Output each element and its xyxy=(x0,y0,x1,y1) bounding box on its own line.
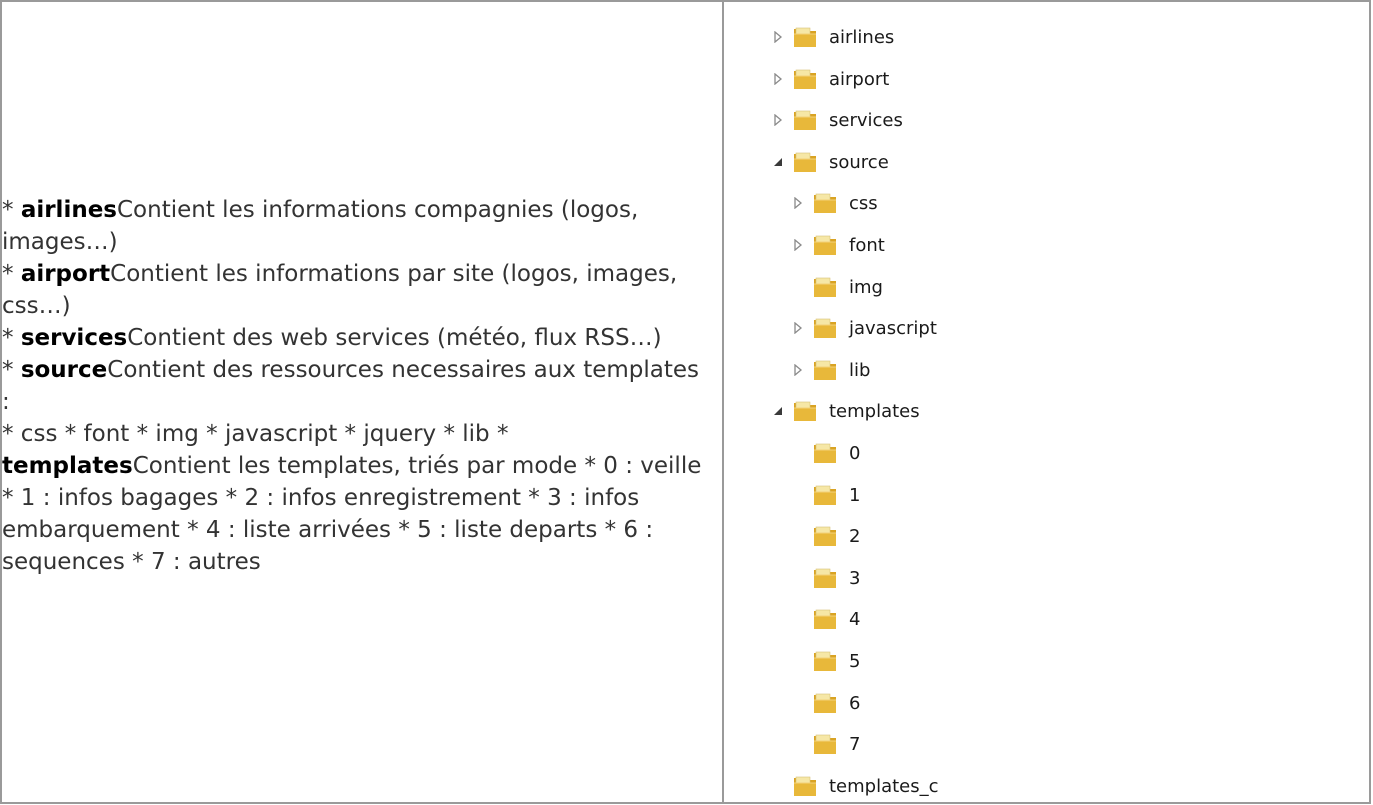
desc-item-services: * servicesContient des web services (mét… xyxy=(2,322,702,354)
bullet-text: * xyxy=(2,324,21,351)
desc-item-airport: * airportContient les informations par s… xyxy=(2,258,702,322)
screenshot-cell: airlines airport services source css font img j… xyxy=(722,0,1371,804)
folder-name-templates: templates xyxy=(2,452,133,479)
desc-item-templates: * css * font * img * javascript * jquery… xyxy=(2,418,702,578)
tree-item-label: 6 xyxy=(849,692,861,714)
folder-name-services: services xyxy=(20,324,128,351)
expand-arrow-icon[interactable] xyxy=(772,31,784,43)
folder-icon xyxy=(813,234,837,256)
folder-name-airport: airport xyxy=(20,260,111,287)
tree-item-label: airlines xyxy=(829,26,895,48)
tree-item-javascript[interactable]: javascript xyxy=(792,313,937,343)
folder-name-airlines: airlines xyxy=(20,196,117,223)
desc-item-source: * sourceContient des ressources necessai… xyxy=(2,354,702,418)
tree-item-font[interactable]: font xyxy=(792,230,885,260)
tree-item-4[interactable]: 4 xyxy=(792,604,860,634)
desc-item-airlines: * airlinesContient les informations comp… xyxy=(2,194,702,258)
desc-text-source: Contient des ressources necessaires aux … xyxy=(2,356,700,415)
bullet-text: * xyxy=(2,356,21,383)
tree-item-airport[interactable]: airport xyxy=(772,64,889,94)
tree-item-airlines[interactable]: airlines xyxy=(772,22,894,52)
tree-item-label: css xyxy=(849,192,878,214)
tree-item-3[interactable]: 3 xyxy=(792,563,860,593)
tree-item-0[interactable]: 0 xyxy=(792,438,860,468)
tree-item-label: 4 xyxy=(849,608,861,630)
expand-arrow-icon[interactable] xyxy=(792,322,804,334)
folder-icon xyxy=(813,276,837,298)
folder-icon xyxy=(813,608,837,630)
tree-item-source[interactable]: source xyxy=(772,147,889,177)
tree-item-templates-c[interactable]: templates_c xyxy=(772,771,939,801)
expand-arrow-icon[interactable] xyxy=(792,364,804,376)
tree-item-label: source xyxy=(829,151,889,173)
tree-item-1[interactable]: 1 xyxy=(792,480,860,510)
table-row: * airlinesContient les informations comp… xyxy=(0,0,1371,804)
collapse-arrow-icon[interactable] xyxy=(772,156,784,168)
folder-icon xyxy=(813,192,837,214)
folder-name-source: source xyxy=(20,356,108,383)
expand-arrow-icon[interactable] xyxy=(772,73,784,85)
tree-item-label: 3 xyxy=(849,567,861,589)
folder-tree: airlines airport services source css font img j… xyxy=(724,2,1369,802)
folder-icon xyxy=(793,775,817,797)
tree-item-label: javascript xyxy=(849,317,937,339)
folder-icon xyxy=(813,525,837,547)
expand-arrow-icon[interactable] xyxy=(792,239,804,251)
tree-item-img[interactable]: img xyxy=(792,272,883,302)
tree-item-lib[interactable]: lib xyxy=(792,355,870,385)
tree-item-label: 5 xyxy=(849,650,861,672)
tree-item-label: templates_c xyxy=(829,775,939,797)
description-cell: * airlinesContient les informations comp… xyxy=(0,0,724,804)
tree-item-css[interactable]: css xyxy=(792,188,878,218)
folder-icon xyxy=(813,733,837,755)
folder-icon xyxy=(813,359,837,381)
folder-icon xyxy=(813,484,837,506)
bullet-text: * xyxy=(2,260,21,287)
tree-item-label: img xyxy=(849,276,883,298)
expand-arrow-icon[interactable] xyxy=(772,114,784,126)
folder-icon xyxy=(813,442,837,464)
tree-item-label: font xyxy=(849,234,885,256)
bullet-text: * css * font * img * javascript * jquery… xyxy=(2,420,509,447)
tree-item-label: 1 xyxy=(849,484,861,506)
folder-icon xyxy=(793,400,817,422)
tree-item-7[interactable]: 7 xyxy=(792,729,860,759)
tree-item-2[interactable]: 2 xyxy=(792,521,860,551)
expand-arrow-icon[interactable] xyxy=(792,197,804,209)
folder-icon xyxy=(793,109,817,131)
folder-icon xyxy=(813,567,837,589)
folder-icon xyxy=(813,650,837,672)
tree-item-label: 7 xyxy=(849,733,861,755)
tree-item-label: lib xyxy=(849,359,871,381)
folder-icon xyxy=(813,692,837,714)
folder-icon xyxy=(793,151,817,173)
desc-text-services: Contient des web services (météo, flux R… xyxy=(127,324,662,351)
folder-icon xyxy=(813,317,837,339)
bullet-text: * xyxy=(2,196,21,223)
tree-item-services[interactable]: services xyxy=(772,105,903,135)
tree-item-label: airport xyxy=(829,68,890,90)
folder-description: * airlinesContient les informations comp… xyxy=(2,194,722,578)
tree-item-templates[interactable]: templates xyxy=(772,396,920,426)
tree-item-label: services xyxy=(829,109,903,131)
collapse-arrow-icon[interactable] xyxy=(772,405,784,417)
tree-item-label: 2 xyxy=(849,525,861,547)
folder-icon xyxy=(793,68,817,90)
tree-item-label: 0 xyxy=(849,442,861,464)
tree-item-5[interactable]: 5 xyxy=(792,646,860,676)
tree-item-6[interactable]: 6 xyxy=(792,688,860,718)
directory-description-table: * airlinesContient les informations comp… xyxy=(0,0,1371,804)
tree-item-label: templates xyxy=(829,400,920,422)
folder-icon xyxy=(793,26,817,48)
